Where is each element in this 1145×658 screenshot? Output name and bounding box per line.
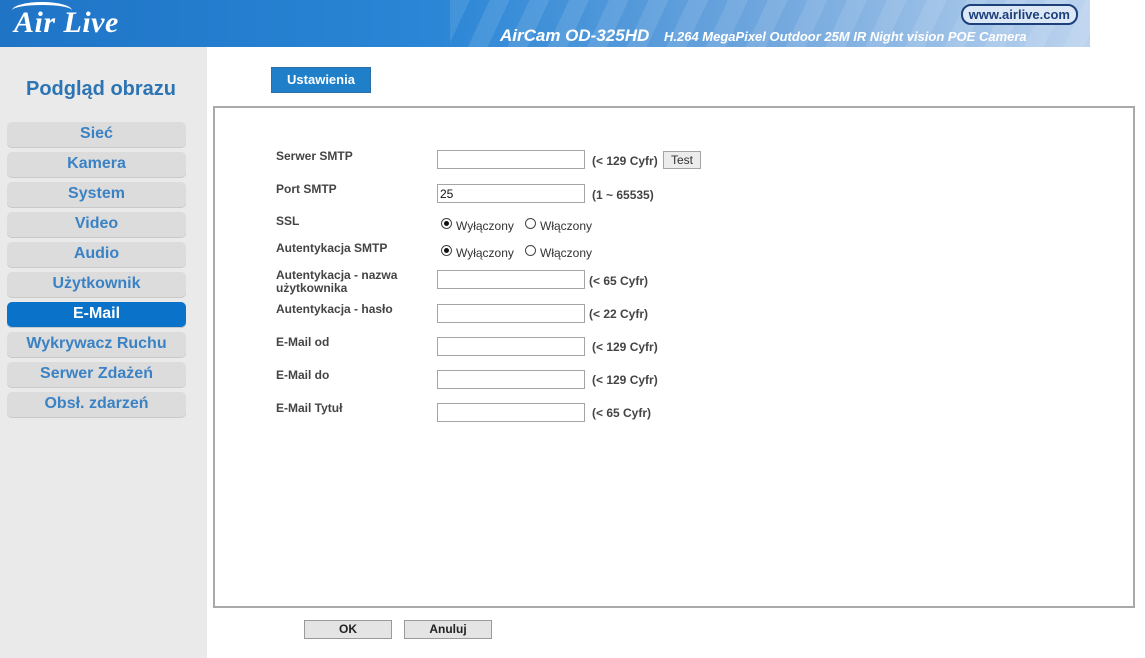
smtp-port-label: Port SMTP — [276, 182, 337, 196]
sidebar-nav: Sieć Kamera System Video Audio Użytkowni… — [7, 122, 186, 422]
sidebar: Podgląd obrazu Sieć Kamera System Video … — [0, 47, 207, 658]
ssl-off-label: Wyłączony — [456, 219, 514, 233]
test-button[interactable]: Test — [663, 151, 701, 169]
auth-pass-hint: (< 22 Cyfr) — [589, 307, 649, 321]
ssl-on-radio[interactable] — [525, 218, 536, 229]
tab-settings[interactable]: Ustawienia — [271, 67, 371, 93]
ok-button[interactable]: OK — [304, 620, 392, 639]
email-from-input[interactable] — [437, 337, 585, 356]
email-subject-label: E-Mail Tytuł — [276, 401, 343, 415]
smtp-auth-on-radio[interactable] — [525, 245, 536, 256]
ssl-on-label: Włączony — [540, 219, 593, 233]
ssl-label: SSL — [276, 214, 300, 228]
email-to-hint: (< 129 Cyfr) — [592, 373, 658, 387]
smtp-server-input[interactable] — [437, 150, 585, 169]
sidebar-item-motion-detection[interactable]: Wykrywacz Ruchu — [7, 332, 186, 358]
sidebar-item-event-server[interactable]: Serwer Zdażeń — [7, 362, 186, 388]
smtp-server-hint: (< 129 Cyfr) — [592, 154, 658, 168]
smtp-server-label: Serwer SMTP — [276, 149, 353, 163]
smtp-auth-on-label: Włączony — [540, 246, 593, 260]
sidebar-item-event-handling[interactable]: Obsł. zdarzeń — [7, 392, 186, 418]
live-view-link[interactable]: Podgląd obrazu — [0, 78, 202, 101]
cancel-button[interactable]: Anuluj — [404, 620, 492, 639]
email-subject-hint: (< 65 Cyfr) — [592, 406, 652, 420]
smtp-port-input[interactable] — [437, 184, 585, 203]
auth-user-label: Autentykacja - nazwa użytkownika — [276, 268, 398, 295]
email-from-label: E-Mail od — [276, 335, 330, 349]
sidebar-item-email[interactable]: E-Mail — [7, 302, 186, 328]
sidebar-item-network[interactable]: Sieć — [7, 122, 186, 148]
sidebar-item-system[interactable]: System — [7, 182, 186, 208]
sidebar-item-user[interactable]: Użytkownik — [7, 272, 186, 298]
auth-pass-label: Autentykacja - hasło — [276, 302, 393, 316]
smtp-auth-off-label: Wyłączony — [456, 246, 514, 260]
auth-user-hint: (< 65 Cyfr) — [589, 274, 649, 288]
airlive-logo: Air Live — [14, 6, 119, 39]
smtp-auth-label: Autentykacja SMTP — [276, 241, 388, 255]
website-url[interactable]: www.airlive.com — [960, 4, 1078, 25]
email-from-hint: (< 129 Cyfr) — [592, 340, 658, 354]
smtp-auth-off-radio[interactable] — [441, 245, 452, 256]
header-banner: Air Live www.airlive.com AirCam OD-325HD… — [0, 0, 1090, 47]
smtp-port-hint: (1 ~ 65535) — [592, 188, 654, 202]
ssl-off-radio[interactable] — [441, 218, 452, 229]
email-to-input[interactable] — [437, 370, 585, 389]
auth-user-input[interactable] — [437, 270, 585, 289]
email-to-label: E-Mail do — [276, 368, 330, 382]
sidebar-item-video[interactable]: Video — [7, 212, 186, 238]
product-name: AirCam OD-325HD — [500, 26, 650, 45]
email-settings-panel: Serwer SMTP (< 129 Cyfr) Test Port SMTP … — [213, 106, 1135, 608]
auth-pass-input[interactable] — [437, 304, 585, 323]
sidebar-item-camera[interactable]: Kamera — [7, 152, 186, 178]
product-tagline: H.264 MegaPixel Outdoor 25M IR Night vis… — [664, 29, 1027, 44]
sidebar-item-audio[interactable]: Audio — [7, 242, 186, 268]
email-subject-input[interactable] — [437, 403, 585, 422]
product-title: AirCam OD-325HD H.264 MegaPixel Outdoor … — [500, 26, 1027, 46]
